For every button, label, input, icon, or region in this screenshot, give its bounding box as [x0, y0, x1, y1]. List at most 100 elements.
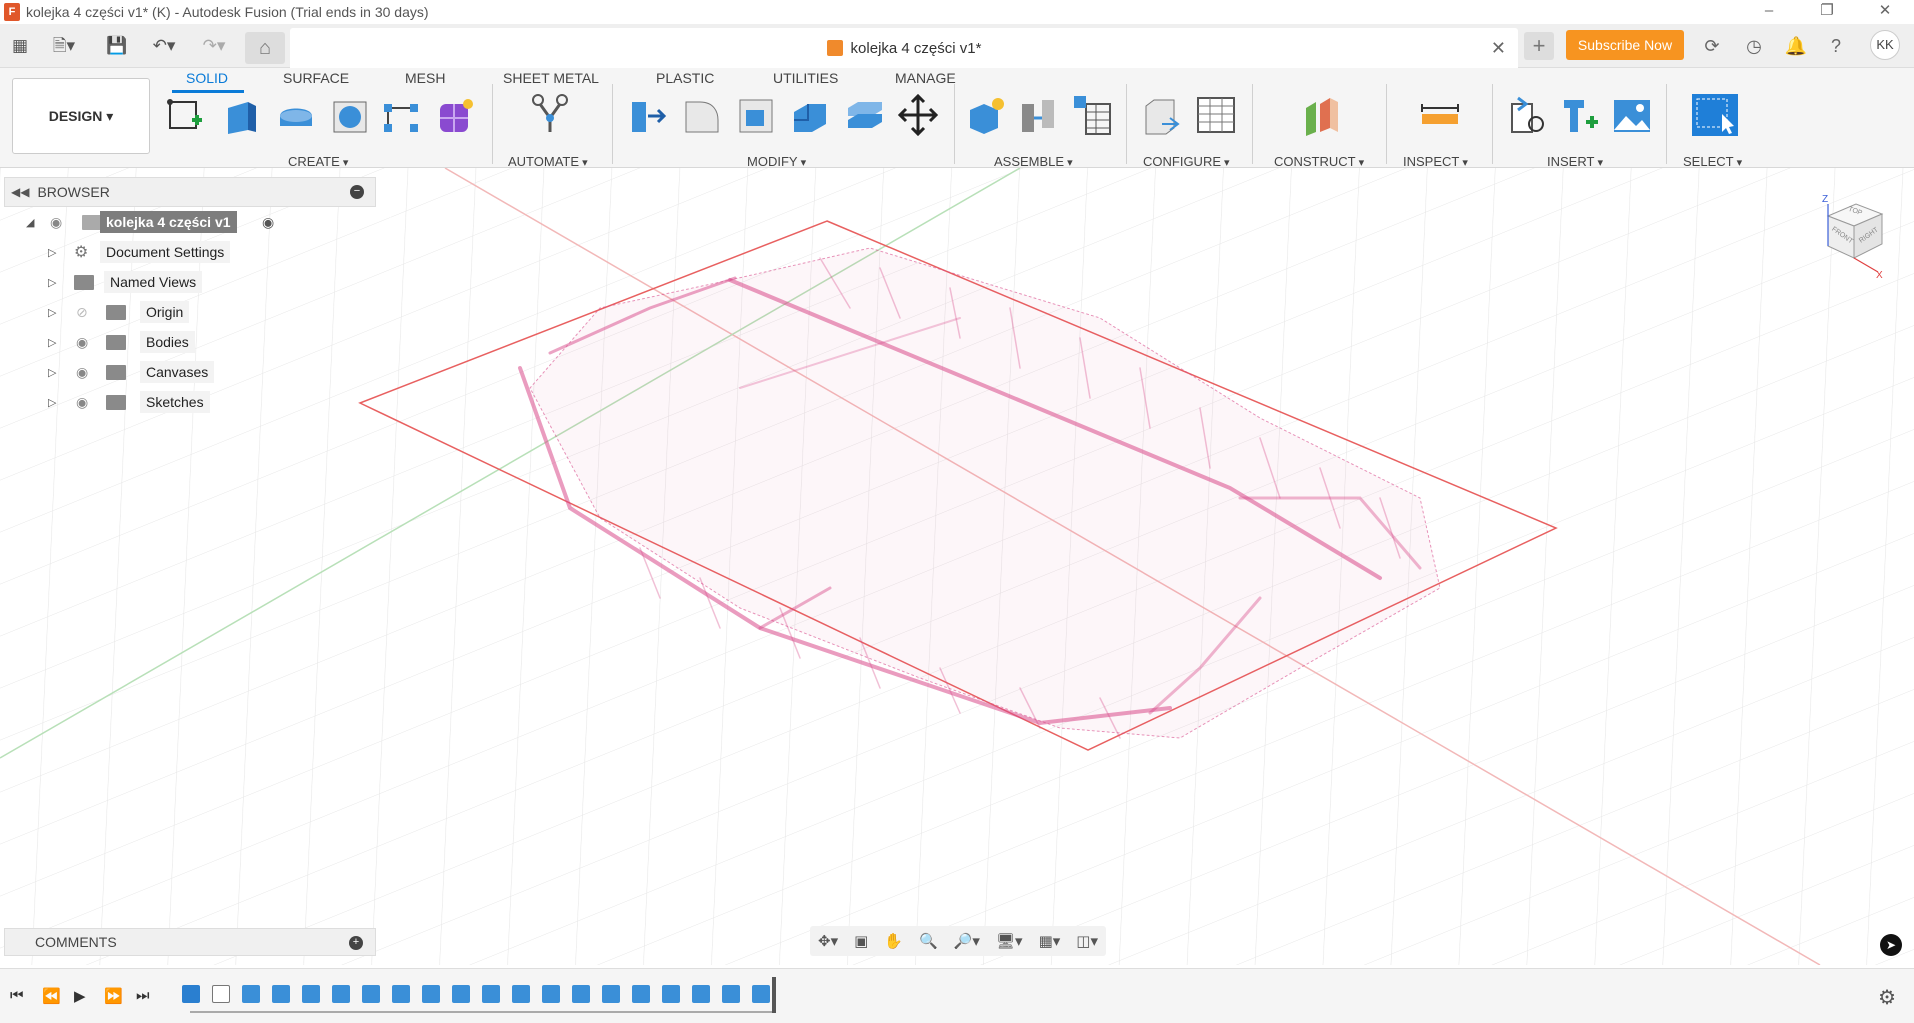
- modify-menu[interactable]: MODIFY: [747, 154, 806, 169]
- configure-part-icon[interactable]: [1142, 94, 1182, 136]
- joint-icon[interactable]: [1018, 94, 1058, 136]
- browser-item-named-views[interactable]: ▷ Named Views: [4, 267, 376, 297]
- apps-grid-icon[interactable]: ▦: [8, 32, 32, 60]
- timeline-feature-icon[interactable]: [242, 985, 260, 1003]
- press-pull-icon[interactable]: [628, 94, 668, 136]
- select-icon[interactable]: [1690, 94, 1740, 136]
- automate-icon[interactable]: [530, 94, 570, 136]
- display-settings-icon[interactable]: 🖥▾: [996, 932, 1023, 950]
- visibility-eye-icon[interactable]: ◉: [76, 394, 88, 411]
- configuration-table-icon[interactable]: [1196, 94, 1236, 136]
- zoom-icon[interactable]: 🔍: [919, 932, 938, 950]
- browser-item-document-settings[interactable]: ▷ ⚙ Document Settings: [4, 237, 376, 267]
- add-comment-icon[interactable]: +: [349, 936, 363, 950]
- timeline-feature-icon[interactable]: [332, 985, 350, 1003]
- avatar[interactable]: KK: [1870, 30, 1900, 60]
- timeline-sketch-icon[interactable]: [212, 985, 230, 1003]
- visibility-eye-icon[interactable]: ◉: [76, 334, 88, 351]
- timeline-feature-icon[interactable]: [632, 985, 650, 1003]
- step-back-icon[interactable]: ⏪: [42, 987, 61, 1005]
- look-at-icon[interactable]: ▣: [854, 932, 868, 950]
- viewports-icon[interactable]: ◫▾: [1076, 932, 1098, 950]
- extrude-icon[interactable]: [222, 94, 262, 136]
- insert-menu[interactable]: INSERT: [1547, 154, 1603, 169]
- timeline-feature-icon[interactable]: [362, 985, 380, 1003]
- restore-icon[interactable]: ❐: [1798, 0, 1856, 24]
- file-menu-icon[interactable]: 🗎▾: [44, 32, 84, 60]
- automate-menu[interactable]: AUTOMATE: [508, 154, 588, 169]
- browser-item-bodies[interactable]: ▷ ◉ Bodies: [4, 327, 376, 357]
- insert-mcmaster-icon[interactable]: [1560, 94, 1600, 136]
- move-icon[interactable]: [898, 94, 938, 136]
- timeline-feature-icon[interactable]: [722, 985, 740, 1003]
- minimize-icon[interactable]: –: [1740, 0, 1798, 24]
- timeline-feature-icon[interactable]: [482, 985, 500, 1003]
- activate-radio-icon[interactable]: ◉: [262, 214, 274, 231]
- tab-plastic[interactable]: PLASTIC: [656, 70, 714, 86]
- collapse-browser-icon[interactable]: ◀◀: [11, 185, 29, 199]
- visibility-eye-icon[interactable]: ◉: [76, 364, 88, 381]
- timeline-feature-icon[interactable]: [572, 985, 590, 1003]
- close-icon[interactable]: ✕: [1856, 0, 1914, 24]
- subscribe-button[interactable]: Subscribe Now: [1566, 30, 1684, 60]
- create-sketch-icon[interactable]: [166, 94, 206, 136]
- insert-derive-icon[interactable]: [1506, 94, 1546, 136]
- sweep-icon[interactable]: [330, 94, 370, 136]
- pan-icon[interactable]: ✋: [884, 932, 903, 950]
- timeline-feature-icon[interactable]: [392, 985, 410, 1003]
- expand-icon[interactable]: ▷: [48, 276, 56, 289]
- new-component-icon[interactable]: [966, 94, 1006, 136]
- offset-plane-icon[interactable]: [1302, 94, 1342, 136]
- expand-icon[interactable]: ▷: [48, 336, 56, 349]
- expand-icon[interactable]: ▷: [48, 396, 56, 409]
- grid-settings-icon[interactable]: ▦▾: [1039, 932, 1061, 950]
- timeline-feature-icon[interactable]: [662, 985, 680, 1003]
- assemble-menu[interactable]: ASSEMBLE: [994, 154, 1073, 169]
- create-menu[interactable]: CREATE: [288, 154, 348, 169]
- save-icon[interactable]: 💾: [104, 32, 130, 60]
- document-tab[interactable]: kolejka 4 części v1* ✕: [290, 28, 1518, 68]
- revolve-icon[interactable]: [276, 94, 316, 136]
- expand-icon[interactable]: ▷: [48, 246, 56, 259]
- expand-icon[interactable]: ▷: [48, 366, 56, 379]
- construct-menu[interactable]: CONSTRUCT: [1274, 154, 1364, 169]
- tab-manage[interactable]: MANAGE: [895, 70, 956, 86]
- new-tab-icon[interactable]: +: [1524, 32, 1554, 60]
- timeline-feature-icon[interactable]: [752, 985, 770, 1003]
- inspect-menu[interactable]: INSPECT: [1403, 154, 1468, 169]
- select-menu[interactable]: SELECT: [1683, 154, 1742, 169]
- browser-item-sketches[interactable]: ▷ ◉ Sketches: [4, 387, 376, 417]
- notifications-icon[interactable]: 🔔: [1782, 32, 1810, 60]
- chamfer-icon[interactable]: [736, 94, 776, 136]
- shell-icon[interactable]: [790, 94, 830, 136]
- tab-mesh[interactable]: MESH: [405, 70, 445, 86]
- create-form-icon[interactable]: [436, 94, 476, 136]
- fillet-icon[interactable]: [682, 94, 722, 136]
- timeline-feature-icon[interactable]: [512, 985, 530, 1003]
- job-status-icon[interactable]: ◷: [1740, 32, 1768, 60]
- play-icon[interactable]: ▶: [74, 987, 86, 1005]
- insert-canvas-icon[interactable]: [1612, 94, 1652, 136]
- configure-menu[interactable]: CONFIGURE: [1143, 154, 1230, 169]
- timeline-canvas-icon[interactable]: [182, 985, 200, 1003]
- go-to-end-icon[interactable]: ⏭: [136, 987, 150, 1004]
- timeline-settings-gear-icon[interactable]: ⚙: [1878, 985, 1896, 1010]
- zoom-window-icon[interactable]: 🔎▾: [954, 932, 980, 950]
- timeline-feature-icon[interactable]: [272, 985, 290, 1003]
- bill-of-materials-icon[interactable]: [1072, 94, 1112, 136]
- view-cube[interactable]: Z X TOP FRONT RIGHT: [1812, 190, 1894, 290]
- collapse-icon[interactable]: ◢: [26, 216, 34, 229]
- go-to-start-icon[interactable]: ⏮: [10, 987, 24, 1004]
- pattern-icon[interactable]: [382, 94, 422, 136]
- visibility-eye-icon[interactable]: ◉: [50, 214, 62, 231]
- expand-icon[interactable]: ▷: [48, 306, 56, 319]
- timeline-feature-icon[interactable]: [542, 985, 560, 1003]
- timeline-marker[interactable]: [772, 977, 776, 1013]
- browser-item-canvases[interactable]: ▷ ◉ Canvases: [4, 357, 376, 387]
- timeline-feature-icon[interactable]: [302, 985, 320, 1003]
- tab-solid[interactable]: SOLID: [186, 70, 228, 86]
- tab-utilities[interactable]: UTILITIES: [773, 70, 838, 86]
- tab-surface[interactable]: SURFACE: [283, 70, 349, 86]
- timeline-feature-icon[interactable]: [602, 985, 620, 1003]
- redo-icon[interactable]: ↷▾: [194, 32, 234, 60]
